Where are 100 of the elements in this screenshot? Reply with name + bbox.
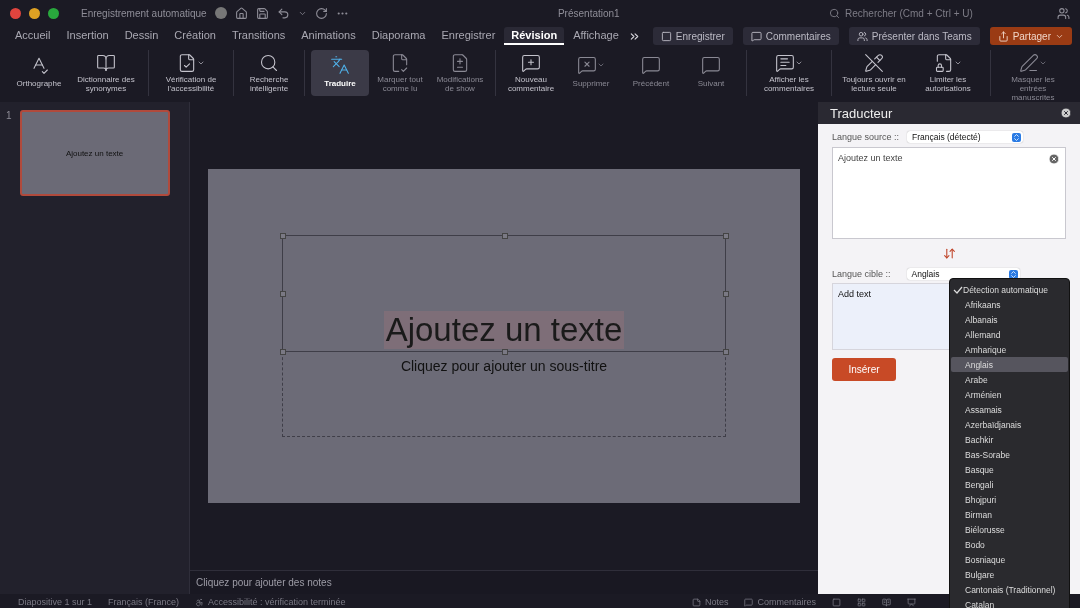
ribbon-button[interactable]: Dictionnaire des synonymes xyxy=(70,50,142,96)
stepper-icon xyxy=(1008,269,1018,279)
document-title: Présentation1 xyxy=(557,7,620,19)
ribbon-button[interactable]: Nouveau commentaire xyxy=(502,50,560,96)
title-placeholder[interactable]: Ajoutez un texte xyxy=(282,235,726,352)
menu-item[interactable]: Bhojpuri xyxy=(951,492,1068,507)
resize-handle[interactable] xyxy=(280,233,286,239)
home-icon[interactable] xyxy=(234,6,248,20)
redo-icon[interactable] xyxy=(314,6,328,20)
menu-item[interactable]: Cantonais (Traditionnel) xyxy=(951,582,1068,597)
ribbon-tab[interactable]: Création xyxy=(167,27,223,45)
close-icon[interactable] xyxy=(1060,107,1072,119)
resize-handle[interactable] xyxy=(723,291,729,297)
resize-handle[interactable] xyxy=(280,291,286,297)
notes-icon xyxy=(691,597,701,607)
normal-view-icon[interactable] xyxy=(832,597,841,607)
autosave-toggle[interactable] xyxy=(214,7,227,19)
autosave-label: Enregistrement automatique xyxy=(81,7,207,19)
document-icon xyxy=(390,53,410,73)
menu-item[interactable]: Détection automatique xyxy=(951,282,1068,297)
translate-icon xyxy=(330,55,350,75)
accessibility-icon xyxy=(195,597,205,607)
clear-icon[interactable] xyxy=(1048,153,1060,165)
ribbon-button[interactable]: Afficher les commentaires xyxy=(753,50,825,96)
menu-item[interactable]: Birman xyxy=(951,507,1068,522)
target-label: Langue cible :: xyxy=(832,269,891,279)
ribbon-tab[interactable]: Accueil xyxy=(8,27,58,45)
ribbon-button[interactable]: Vérification de l'accessibilité xyxy=(155,50,227,96)
menu-item[interactable]: Anglais xyxy=(951,357,1068,372)
menu-item[interactable]: Basque xyxy=(951,462,1068,477)
close-button[interactable] xyxy=(10,7,21,19)
ribbon-tab[interactable]: Insertion xyxy=(59,27,116,45)
menu-item[interactable]: Bosniaque xyxy=(951,552,1068,567)
undo-icon[interactable] xyxy=(276,6,290,20)
minimize-button[interactable] xyxy=(29,7,40,19)
resize-handle[interactable] xyxy=(280,349,286,355)
header-button[interactable]: Enregistrer xyxy=(652,27,733,45)
menu-item[interactable]: Bachkir xyxy=(951,432,1068,447)
comment-icon xyxy=(701,55,721,75)
ribbon-tab[interactable]: Diaporama xyxy=(364,27,433,45)
slide-number: 1 xyxy=(6,110,12,121)
comment-delete-icon xyxy=(577,55,597,75)
slideshow-icon[interactable] xyxy=(907,597,916,607)
slide-subtitle: Cliquez pour ajouter un sous-titre xyxy=(400,358,608,376)
slide-count: Diapositive 1 sur 1 xyxy=(18,597,93,607)
ribbon-tab[interactable]: Révision xyxy=(504,27,565,45)
comment-icon xyxy=(641,55,661,75)
accessibility-status[interactable]: Accessibilité : vérification terminée xyxy=(208,597,346,607)
pane-title: Traducteur xyxy=(830,105,893,121)
menu-item[interactable]: Allemand xyxy=(951,327,1068,342)
ribbon-button[interactable]: Traduire xyxy=(311,50,369,96)
book-icon xyxy=(96,53,116,73)
reading-view-icon[interactable] xyxy=(882,597,891,607)
menu-item[interactable]: Albanais xyxy=(951,312,1068,327)
notes-toggle[interactable]: Notes xyxy=(704,597,729,607)
ribbon-button[interactable]: Orthographe xyxy=(10,50,68,96)
check-icon xyxy=(953,285,963,294)
menu-item[interactable]: Bulgare xyxy=(951,567,1068,582)
menu-item[interactable]: Assamais xyxy=(951,402,1068,417)
header-button[interactable]: Partager xyxy=(989,27,1072,45)
language-status[interactable]: Français (France) xyxy=(108,597,180,607)
ribbon-tab[interactable]: Dessin xyxy=(117,27,166,45)
source-text-field[interactable]: Ajoutez un texte xyxy=(832,147,1066,239)
search-field[interactable]: Rechercher (Cmd + Ctrl + U) xyxy=(829,7,1049,19)
ribbon-button[interactable]: Toujours ouvrir en lecture seule xyxy=(838,50,910,96)
menu-item[interactable]: Arabe xyxy=(951,372,1068,387)
menu-item[interactable]: Bas-Sorabe xyxy=(951,447,1068,462)
menu-item[interactable]: Afrikaans xyxy=(951,297,1068,312)
grid-view-icon[interactable] xyxy=(857,597,866,607)
resize-handle[interactable] xyxy=(502,233,508,239)
resize-handle[interactable] xyxy=(723,233,729,239)
people-icon xyxy=(856,30,868,42)
menu-item[interactable]: Arménien xyxy=(951,387,1068,402)
header-button[interactable]: Présenter dans Teams xyxy=(848,27,980,45)
resize-handle[interactable] xyxy=(502,349,508,355)
menu-item[interactable]: Catalan xyxy=(951,597,1068,608)
source-language-select[interactable]: Français (détecté) xyxy=(907,131,1024,143)
search-icon xyxy=(259,53,279,73)
swap-icon[interactable] xyxy=(942,246,956,260)
header-button[interactable]: Commentaires xyxy=(742,27,839,45)
ribbon-tab[interactable]: Affichage xyxy=(566,27,626,45)
slide-thumbnail[interactable]: Ajoutez un texte xyxy=(19,110,170,196)
insert-button[interactable]: Insérer xyxy=(832,358,896,381)
menu-item[interactable]: Azerbaïdjanais xyxy=(951,417,1068,432)
ribbon-button[interactable]: Recherche intelligente xyxy=(240,50,298,96)
ribbon-tab[interactable]: Animations xyxy=(294,27,363,45)
menu-item[interactable]: Biélorusse xyxy=(951,522,1068,537)
comments-icon xyxy=(744,597,754,607)
document-icon xyxy=(450,53,470,73)
ribbon-tab[interactable]: Transitions xyxy=(224,27,293,45)
comment-icon xyxy=(750,30,762,42)
menu-item[interactable]: Bengali xyxy=(951,477,1068,492)
ribbon-button[interactable]: Limiter les autorisations xyxy=(912,50,984,96)
save-icon[interactable] xyxy=(255,6,269,20)
resize-handle[interactable] xyxy=(723,349,729,355)
comments-toggle[interactable]: Commentaires xyxy=(757,597,816,607)
menu-item[interactable]: Bodo xyxy=(951,537,1068,552)
zoom-button[interactable] xyxy=(48,7,59,19)
ribbon-tab[interactable]: Enregistrer xyxy=(434,27,503,45)
people-icon[interactable] xyxy=(1057,6,1070,20)
